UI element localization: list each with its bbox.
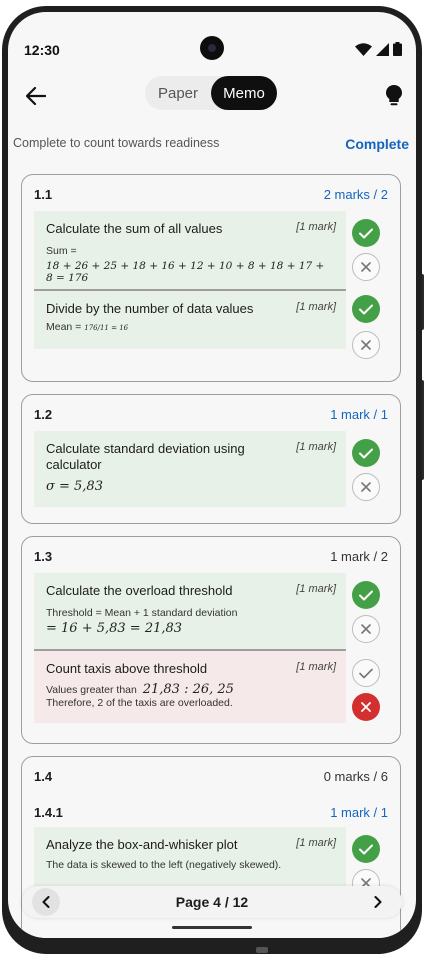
close-icon [361,262,371,272]
memo-scroll-area[interactable]: 1.1 2 marks / 2 Calculate the sum of all… [8,170,416,938]
back-button[interactable] [22,82,50,110]
step-body: Divide by the number of data values [1 m… [34,291,346,349]
step-title: Count taxis above threshold [46,661,208,676]
step-mark: [1 mark] [296,441,336,453]
battery-icon [393,42,402,56]
check-icon [359,668,373,678]
page-navigator: Page 4 / 12 [22,886,402,918]
step-mark: [1 mark] [296,221,336,233]
question-number: 1.1 [34,187,53,202]
step-body: Count taxis above threshold [1 mark] Val… [34,651,346,723]
step-mark: [1 mark] [296,301,336,313]
wifi-icon [355,42,372,56]
step-text-row: Mean = 176/11 = 16 [46,321,334,335]
mark-incorrect-button[interactable] [352,473,380,501]
mark-correct-button[interactable] [352,659,380,687]
memo-step: Calculate the sum of all values [1 mark]… [34,211,386,289]
paper-memo-toggle: Paper Memo [145,76,277,110]
memo-step: Count taxis above threshold [1 mark] Val… [34,651,386,723]
close-icon [361,702,371,712]
mark-correct-button[interactable] [352,219,380,247]
step-text: Sum = [46,245,77,257]
step-title: Divide by the number of data values [46,301,254,316]
step-text: Values greater than [46,684,137,696]
lightbulb-icon [386,85,402,106]
step-title: Analyze the box-and-whisker plot [46,837,238,852]
step-title: Calculate standard deviation using calcu… [46,441,245,472]
mark-correct-button[interactable] [352,835,380,863]
mark-incorrect-button[interactable] [352,693,380,721]
close-icon [361,482,371,492]
check-icon [359,448,373,458]
arrow-left-icon [26,87,46,105]
step-body: Calculate standard deviation using calcu… [34,431,346,507]
step-body: Calculate the sum of all values [1 mark]… [34,211,346,289]
question-number: 1.2 [34,407,53,422]
step-math: 18 + 26 + 25 + 18 + 16 + 12 + 10 + 8 + 1… [46,260,325,284]
chevron-right-icon [374,896,382,908]
status-icons [355,42,402,56]
memo-step: Calculate the overload threshold [1 mark… [34,573,386,649]
mark-correct-button[interactable] [352,295,380,323]
close-icon [361,624,371,634]
page-indicator: Page 4 / 12 [175,894,249,910]
question-card: 1.2 1 mark / 1 Calculate standard deviat… [21,394,401,524]
tab-paper[interactable]: Paper [145,76,211,110]
step-math: 176/11 = 16 [84,324,129,332]
check-icon [359,228,373,238]
step-math: = 16 + 5,83 = 21,83 [46,621,183,636]
status-bar: 12:30 [8,12,416,62]
question-marks: 1 mark / 2 [330,549,388,564]
question-number: 1.3 [34,549,53,564]
home-indicator[interactable] [172,926,252,929]
subquestion-marks: 1 mark / 1 [330,805,388,820]
mark-incorrect-button[interactable] [352,253,380,281]
step-body: Calculate the overload threshold [1 mark… [34,573,346,649]
step-title: Calculate the sum of all values [46,221,223,236]
mark-correct-button[interactable] [352,581,380,609]
mark-incorrect-button[interactable] [352,331,380,359]
app-bar: Paper Memo [8,76,416,116]
step-text: Threshold = Mean + 1 standard deviation [46,607,238,619]
step-text-row: Values greater than 21,83 : 26, 25 [46,683,334,697]
mark-correct-button[interactable] [352,439,380,467]
question-card: 1.1 2 marks / 2 Calculate the sum of all… [21,174,401,382]
step-mark: [1 mark] [296,661,336,673]
complete-button[interactable]: Complete [345,136,409,152]
subquestion-number: 1.4.1 [34,805,63,820]
speaker-grille [256,947,268,953]
memo-step: Calculate standard deviation using calcu… [34,431,386,507]
device-frame: 12:30 Paper Memo Complete to count towar… [0,0,424,958]
question-marks: 1 mark / 1 [330,407,388,422]
step-text: The data is skewed to the left (negative… [46,859,282,871]
front-camera [200,36,224,60]
check-icon [359,844,373,854]
question-marks: 2 marks / 2 [323,187,388,202]
step-math: 21,83 : 26, 25 [142,682,234,697]
step-title: Calculate the overload threshold [46,583,233,598]
mark-incorrect-button[interactable] [352,615,380,643]
screen: 12:30 Paper Memo Complete to count towar… [8,12,416,938]
status-time: 12:30 [24,42,60,58]
step-text: Mean = [46,321,82,333]
step-mark: [1 mark] [296,583,336,595]
question-card: 1.3 1 mark / 2 Calculate the overload th… [21,536,401,744]
question-number: 1.4 [34,769,53,784]
close-icon [361,340,371,350]
check-icon [359,304,373,314]
tab-memo[interactable]: Memo [211,76,277,110]
step-text: Therefore, 2 of the taxis are overloaded… [46,697,233,709]
memo-step: Divide by the number of data values [1 m… [34,291,386,359]
check-icon [359,590,373,600]
hint-button[interactable] [380,82,408,110]
question-marks: 0 marks / 6 [323,769,388,784]
step-math: σ = 5,83 [46,479,103,494]
next-page-button[interactable] [364,888,392,916]
step-mark: [1 mark] [296,837,336,849]
signal-icon [376,42,389,56]
